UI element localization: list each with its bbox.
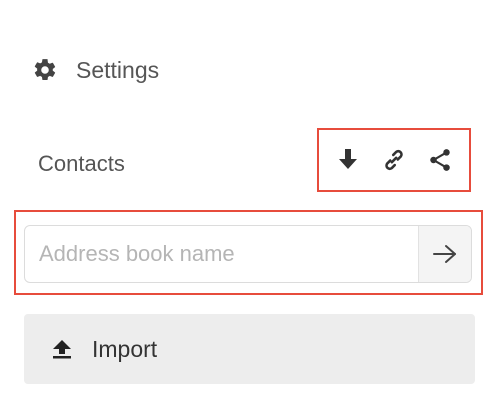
address-book-form <box>24 225 472 283</box>
create-address-book-button[interactable] <box>418 226 471 282</box>
contacts-label: Contacts <box>38 151 125 176</box>
link-icon[interactable] <box>377 143 411 177</box>
address-book-name-input[interactable] <box>25 226 418 282</box>
arrow-right-icon <box>433 245 456 263</box>
settings-item[interactable]: Settings <box>30 50 159 90</box>
download-icon[interactable] <box>331 143 365 177</box>
contacts-actions <box>317 128 471 192</box>
sidebar-panel: Settings Contacts Address book name Impo… <box>0 0 491 412</box>
gear-icon <box>30 55 60 85</box>
import-label: Import <box>92 335 158 362</box>
upload-icon <box>48 335 76 363</box>
settings-label: Settings <box>76 56 160 83</box>
import-button[interactable]: Import <box>24 314 475 384</box>
share-icon[interactable] <box>423 143 457 177</box>
